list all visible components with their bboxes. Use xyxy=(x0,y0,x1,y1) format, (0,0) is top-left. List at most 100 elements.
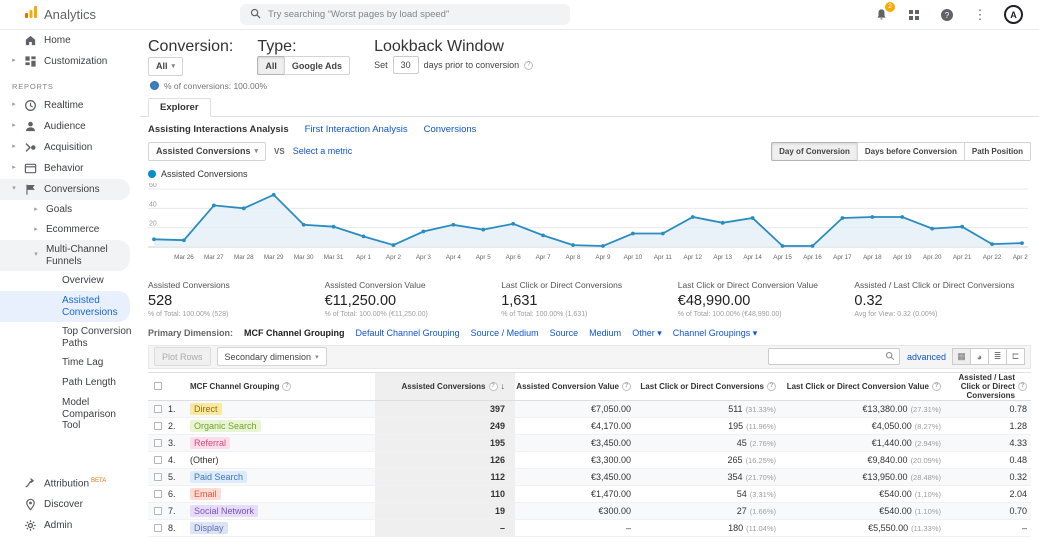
sidebar-item-discover[interactable]: Discover xyxy=(0,494,140,515)
sidebar-item-behavior[interactable]: ▸Behavior xyxy=(0,158,140,179)
row-checkbox[interactable] xyxy=(148,439,168,447)
data-point[interactable] xyxy=(930,226,934,230)
header-assisted-conversion-value[interactable]: Assisted Conversion Value? xyxy=(515,382,635,391)
notifications-button[interactable]: 2 xyxy=(872,6,890,24)
conversion-dropdown[interactable]: All ▾ xyxy=(148,57,183,76)
data-point[interactable] xyxy=(691,215,695,219)
data-point[interactable] xyxy=(751,216,755,220)
data-point[interactable] xyxy=(601,244,605,248)
apps-grid-icon[interactable] xyxy=(905,6,923,24)
sidebar-item-home[interactable]: Home xyxy=(0,30,140,51)
dimension-link-default-channel-grouping[interactable]: Default Channel Grouping xyxy=(356,328,460,338)
data-point[interactable] xyxy=(451,222,455,226)
sidebar-item-attribution[interactable]: AttributionBETA xyxy=(0,473,140,494)
data-point[interactable] xyxy=(511,221,515,225)
select-metric-link[interactable]: Select a metric xyxy=(293,146,353,156)
view-button-days-before-conversion[interactable]: Days before Conversion xyxy=(857,142,965,161)
sidebar-item-admin[interactable]: Admin xyxy=(0,515,140,536)
sidebar-item-ecommerce[interactable]: ▸Ecommerce xyxy=(0,220,140,240)
help-button[interactable]: ? xyxy=(938,6,956,24)
table-view-icon[interactable]: ▦ xyxy=(952,348,971,365)
table-search-input[interactable] xyxy=(768,348,900,365)
sidebar-item-assisted-conversions[interactable]: Assisted Conversions xyxy=(0,291,130,322)
row-checkbox[interactable] xyxy=(148,507,168,515)
dimension-link-mcf-channel-grouping[interactable]: MCF Channel Grouping xyxy=(244,328,345,338)
channel-label-display[interactable]: Display xyxy=(190,522,228,534)
chevron-right-icon[interactable]: ▸ xyxy=(10,143,18,151)
dimension-link-channel-groupings[interactable]: Channel Groupings ▾ xyxy=(673,328,758,339)
channel-label-social-network[interactable]: Social Network xyxy=(190,505,258,517)
chevron-right-icon[interactable]: ▸ xyxy=(10,164,18,172)
help-icon[interactable]: ? xyxy=(932,382,941,391)
sidebar-item-acquisition[interactable]: ▸Acquisition xyxy=(0,137,140,158)
percentage-view-icon[interactable]: ◕ xyxy=(970,348,989,365)
data-point[interactable] xyxy=(721,220,725,224)
data-point[interactable] xyxy=(811,244,815,248)
select-all-checkbox[interactable] xyxy=(148,382,168,390)
data-point[interactable] xyxy=(990,242,994,246)
account-avatar[interactable]: A xyxy=(1004,5,1023,24)
table-row[interactable]: 5.Paid Search112€3,450.00354(21.70%)€13,… xyxy=(148,469,1031,486)
chevron-down-icon[interactable]: ▾ xyxy=(32,251,40,259)
dimension-link-medium[interactable]: Medium xyxy=(589,328,621,338)
data-point[interactable] xyxy=(661,231,665,235)
header-assisted-conversions[interactable]: Assisted Conversions?↓ xyxy=(375,373,515,401)
chevron-right-icon[interactable]: ▸ xyxy=(10,122,18,130)
sidebar-item-audience[interactable]: ▸Audience xyxy=(0,116,140,137)
view-button-day-of-conversion[interactable]: Day of Conversion xyxy=(771,142,858,161)
table-row[interactable]: 7.Social Network19€300.0027(1.66%)€540.0… xyxy=(148,503,1031,520)
dimension-link-source-medium[interactable]: Source / Medium xyxy=(471,328,539,338)
data-point[interactable] xyxy=(212,203,216,207)
assisted-conversions-chart[interactable]: 204060Mar 26Mar 27Mar 28Mar 29Mar 30Mar … xyxy=(140,181,1039,272)
search-bar[interactable]: Try searching “Worst pages by load speed… xyxy=(240,4,570,25)
header-assisted-ratio[interactable]: Assisted / Last Click or Direct Conversi… xyxy=(945,373,1031,401)
subtab-assisting-interactions-analysis[interactable]: Assisting Interactions Analysis xyxy=(148,124,289,135)
chevron-right-icon[interactable]: ▸ xyxy=(32,206,40,214)
data-point[interactable] xyxy=(182,238,186,242)
help-icon[interactable]: ? xyxy=(1018,382,1027,391)
data-point[interactable] xyxy=(421,229,425,233)
chevron-right-icon[interactable]: ▸ xyxy=(10,101,18,109)
tab-explorer[interactable]: Explorer xyxy=(148,98,211,117)
chevron-down-icon[interactable]: ▾ xyxy=(10,185,18,193)
chevron-right-icon[interactable]: ▸ xyxy=(10,57,18,65)
table-row[interactable]: 8.Display––180(11.04%)€5,550.00(11.33%)– xyxy=(148,520,1031,537)
sidebar-item-customization[interactable]: ▸Customization xyxy=(0,51,140,72)
channel-label-referral[interactable]: Referral xyxy=(190,437,230,449)
channel-label-organic-search[interactable]: Organic Search xyxy=(190,420,261,432)
row-checkbox[interactable] xyxy=(148,524,168,532)
dimension-link-other[interactable]: Other ▾ xyxy=(632,328,662,339)
comparison-view-icon[interactable]: ⊏ xyxy=(1006,348,1025,365)
header-channel[interactable]: MCF Channel Grouping? xyxy=(190,382,375,391)
performance-view-icon[interactable]: ≣ xyxy=(988,348,1007,365)
data-point[interactable] xyxy=(571,243,575,247)
sidebar-item-model-comparison-tool[interactable]: Model Comparison Tool xyxy=(0,393,140,436)
advanced-link[interactable]: advanced xyxy=(907,352,946,362)
more-menu-button[interactable]: ⋮ xyxy=(971,6,989,24)
help-icon[interactable]: ? xyxy=(524,61,533,70)
help-icon[interactable]: ? xyxy=(767,382,776,391)
metric-dropdown[interactable]: Assisted Conversions ▾ xyxy=(148,142,266,161)
row-checkbox[interactable] xyxy=(148,422,168,430)
row-checkbox[interactable] xyxy=(148,405,168,413)
data-point[interactable] xyxy=(841,216,845,220)
data-point[interactable] xyxy=(242,206,246,210)
plot-rows-button[interactable]: Plot Rows xyxy=(154,347,211,366)
sidebar-item-top-conversion-paths[interactable]: Top Conversion Paths xyxy=(0,322,140,353)
data-point[interactable] xyxy=(1020,241,1024,245)
data-point[interactable] xyxy=(481,227,485,231)
sidebar-item-time-lag[interactable]: Time Lag xyxy=(0,353,140,373)
header-last-click-conversions[interactable]: Last Click or Direct Conversions? xyxy=(635,382,780,391)
sort-desc-icon[interactable]: ↓ xyxy=(501,381,506,391)
subtab-first-interaction-analysis[interactable]: First Interaction Analysis xyxy=(305,124,408,135)
channel-label-paid-search[interactable]: Paid Search xyxy=(190,471,247,483)
help-icon[interactable]: ? xyxy=(622,382,631,391)
data-point[interactable] xyxy=(362,234,366,238)
help-icon[interactable]: ? xyxy=(282,382,291,391)
table-row[interactable]: 3.Referral195€3,450.0045(2.76%)€1,440.00… xyxy=(148,435,1031,452)
table-row[interactable]: 6.Email110€1,470.0054(3.31%)€540.00(1.10… xyxy=(148,486,1031,503)
table-row[interactable]: 1.Direct397€7,050.00511(31.33%)€13,380.0… xyxy=(148,401,1031,418)
data-point[interactable] xyxy=(631,231,635,235)
data-point[interactable] xyxy=(392,243,396,247)
subtab-conversions[interactable]: Conversions xyxy=(424,124,477,135)
